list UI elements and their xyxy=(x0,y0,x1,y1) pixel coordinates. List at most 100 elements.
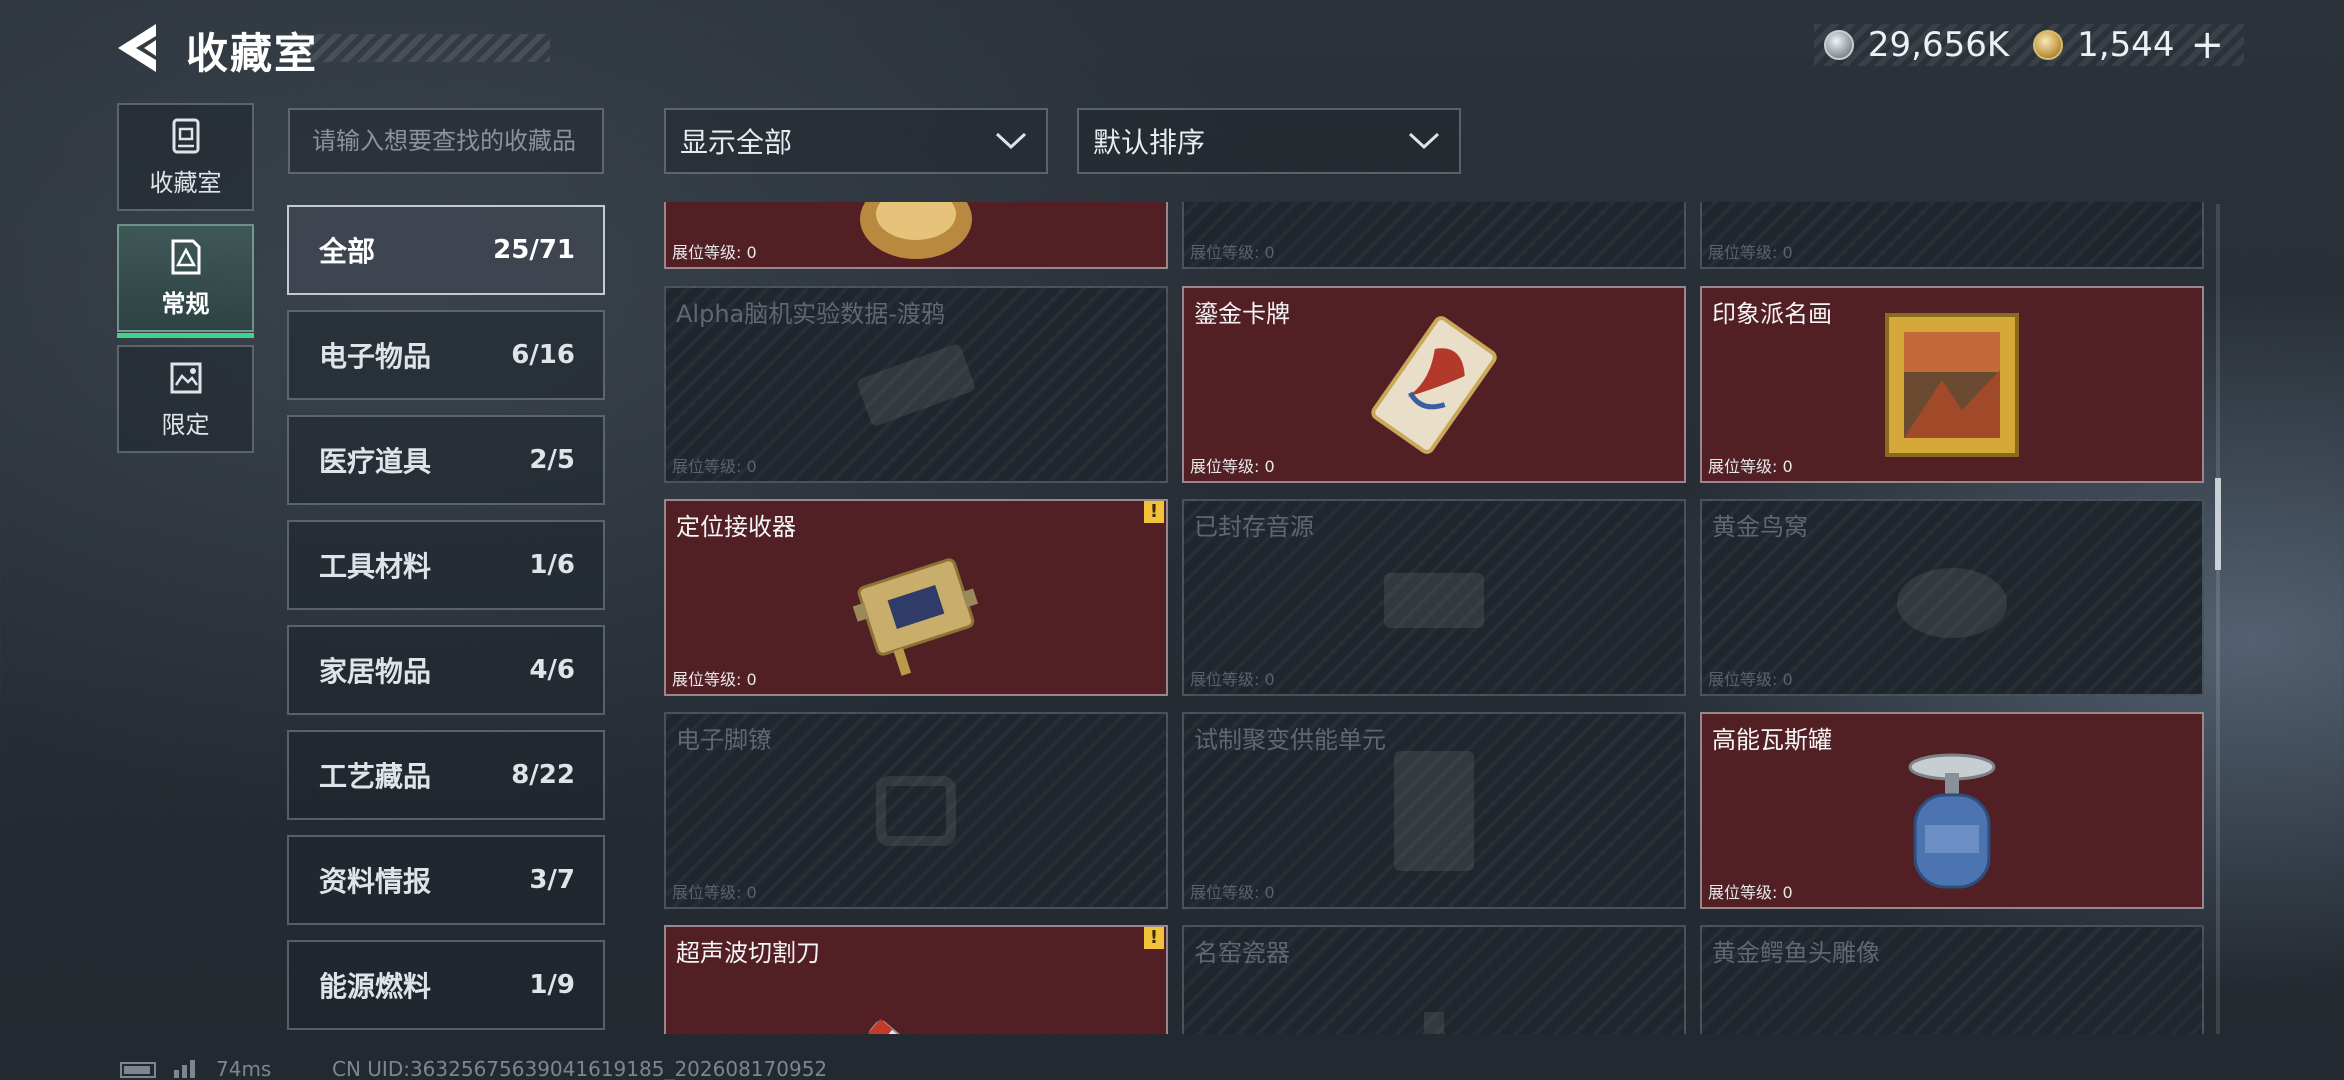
search-input[interactable] xyxy=(288,108,604,174)
category-count: 1/6 xyxy=(529,550,575,580)
nav-tab-label: 限定 xyxy=(161,410,210,439)
scrollbar-track[interactable] xyxy=(2216,204,2220,1034)
item-name: 已封存音源 xyxy=(1194,513,1314,541)
battery-icon xyxy=(120,1062,156,1078)
item-name: 超声波切割刀 xyxy=(676,939,820,967)
category-energy[interactable]: 能源燃料 1/9 xyxy=(287,940,605,1030)
receiver-device-icon xyxy=(852,558,979,676)
nav-tab-label: 常规 xyxy=(161,289,210,318)
category-electronics[interactable]: 电子物品 6/16 xyxy=(287,310,605,400)
back-arrow-icon[interactable] xyxy=(112,22,162,74)
fusion-cell-icon xyxy=(1394,750,1474,871)
chevron-down-icon xyxy=(1408,132,1440,150)
title-decoration xyxy=(300,34,550,62)
collection-card[interactable]: 黄金鸟窝 展位等级: 0 xyxy=(1700,499,2204,696)
display-level: 展位等级: 0 xyxy=(1708,457,1793,476)
page-title: 收藏室 xyxy=(186,29,319,78)
display-level: 展位等级: 0 xyxy=(1190,243,1275,262)
item-name: Alpha脑机实验数据-渡鸦 xyxy=(676,300,945,328)
collection-room-icon xyxy=(172,118,199,153)
category-crafts[interactable]: 工艺藏品 8/22 xyxy=(287,730,605,820)
limited-icon xyxy=(170,362,201,393)
display-level: 展位等级: 0 xyxy=(672,243,757,262)
data-drive-icon xyxy=(857,343,975,426)
collection-card[interactable]: 定位接收器 ! 展位等级: 0 xyxy=(664,499,1168,696)
user-uid: CN UID:36325675639041619185_202608170952 xyxy=(332,1057,828,1080)
category-name: 资料情报 xyxy=(319,865,432,898)
category-household[interactable]: 家居物品 4/6 xyxy=(287,625,605,715)
category-name: 电子物品 xyxy=(319,340,432,373)
scrollbar-thumb[interactable] xyxy=(2215,478,2221,570)
category-count: 3/7 xyxy=(529,865,575,895)
display-level: 展位等级: 0 xyxy=(672,670,757,689)
silver-coin-icon xyxy=(1823,30,1854,60)
collection-card[interactable]: 印象派名画 展位等级: 0 xyxy=(1700,286,2204,483)
signal-icon xyxy=(174,1060,195,1078)
category-name: 家居物品 xyxy=(319,655,432,688)
category-name: 工具材料 xyxy=(319,550,432,583)
gilded-card-icon xyxy=(1371,315,1497,454)
collection-card[interactable]: 高能瓦斯罐 展位等级: 0 xyxy=(1700,712,2204,909)
category-count: 6/16 xyxy=(511,340,575,370)
collection-card[interactable]: Alpha脑机实验数据-渡鸦 展位等级: 0 xyxy=(664,286,1168,483)
gold-coin-icon xyxy=(2033,30,2064,60)
category-count: 8/22 xyxy=(511,760,575,790)
category-count: 2/5 xyxy=(529,445,575,475)
collection-card[interactable]: 展位等级: 0 xyxy=(664,202,1168,269)
alert-badge: ! xyxy=(1144,927,1164,949)
category-name: 工艺藏品 xyxy=(319,760,432,793)
item-name: 高能瓦斯罐 xyxy=(1712,726,1832,754)
collection-card[interactable]: 展位等级: 0 xyxy=(1182,202,1686,269)
display-level: 展位等级: 0 xyxy=(1190,670,1275,689)
collection-card[interactable]: 超声波切割刀 ! 展位等级: 0 xyxy=(664,925,1168,1034)
category-name: 能源燃料 xyxy=(319,970,432,1003)
category-name: 全部 xyxy=(319,235,376,268)
display-level: 展位等级: 0 xyxy=(1190,457,1275,476)
framed-painting-icon xyxy=(1885,312,2019,457)
nav-tab-regular[interactable]: 常规 xyxy=(117,224,254,338)
display-level: 展位等级: 0 xyxy=(1708,243,1793,262)
category-all[interactable]: 全部 25/71 xyxy=(287,205,605,295)
display-level: 展位等级: 0 xyxy=(672,457,757,476)
ultrasonic-cutter-icon xyxy=(867,1019,964,1034)
gold-balance: 1,544 xyxy=(2077,25,2175,65)
collection-card[interactable]: 展位等级: 0 xyxy=(1700,202,2204,269)
category-count: 1/9 xyxy=(529,970,575,1000)
category-tools[interactable]: 工具材料 1/6 xyxy=(287,520,605,610)
display-filter-dropdown[interactable]: 显示全部 xyxy=(664,108,1048,174)
item-name: 电子脚镣 xyxy=(676,726,772,754)
add-currency-button[interactable]: + xyxy=(2190,25,2224,65)
collection-card[interactable]: 鎏金卡牌 展位等级: 0 xyxy=(1182,286,1686,483)
silver-balance: 29,656K xyxy=(1867,25,2010,65)
item-name: 鎏金卡牌 xyxy=(1194,300,1290,328)
gold-orb-icon xyxy=(860,202,972,259)
item-name: 定位接收器 xyxy=(676,513,796,541)
collection-card[interactable]: 试制聚变供能单元 展位等级: 0 xyxy=(1182,712,1686,909)
collection-card[interactable]: 电子脚镣 展位等级: 0 xyxy=(664,712,1168,909)
category-medical[interactable]: 医疗道具 2/5 xyxy=(287,415,605,505)
golden-nest-icon xyxy=(1897,567,2007,638)
gas-canister-icon xyxy=(1908,753,1996,889)
category-intel[interactable]: 资料情报 3/7 xyxy=(287,835,605,925)
ping-readout: 74ms xyxy=(216,1057,272,1080)
sort-dropdown[interactable]: 默认排序 xyxy=(1077,108,1461,174)
regular-icon xyxy=(171,239,200,274)
collection-card[interactable]: 名窑瓷器 展位等级: 0 xyxy=(1182,925,1686,1034)
alert-badge: ! xyxy=(1144,501,1164,523)
display-level: 展位等级: 0 xyxy=(1190,883,1275,902)
display-level: 展位等级: 0 xyxy=(1708,883,1793,902)
collection-card[interactable]: 已封存音源 展位等级: 0 xyxy=(1182,499,1686,696)
item-name: 黄金鳄鱼头雕像 xyxy=(1712,939,1880,967)
item-name: 试制聚变供能单元 xyxy=(1194,726,1386,754)
sort-value: 默认排序 xyxy=(1093,126,1206,159)
nav-tab-collection-room[interactable]: 收藏室 xyxy=(117,103,254,211)
gold-croc-statue-icon xyxy=(1892,1017,2012,1034)
currency-bar: 29,656K 1,544 + xyxy=(1814,24,2244,66)
sealed-audio-icon xyxy=(1384,572,1484,628)
nav-tab-label: 收藏室 xyxy=(149,168,222,197)
nav-tab-limited[interactable]: 限定 xyxy=(117,345,254,453)
item-name: 名窑瓷器 xyxy=(1194,939,1290,967)
item-name: 黄金鸟窝 xyxy=(1712,513,1808,541)
collection-card[interactable]: 黄金鳄鱼头雕像 展位等级: 0 xyxy=(1700,925,2204,1034)
item-name: 印象派名画 xyxy=(1712,300,1832,328)
